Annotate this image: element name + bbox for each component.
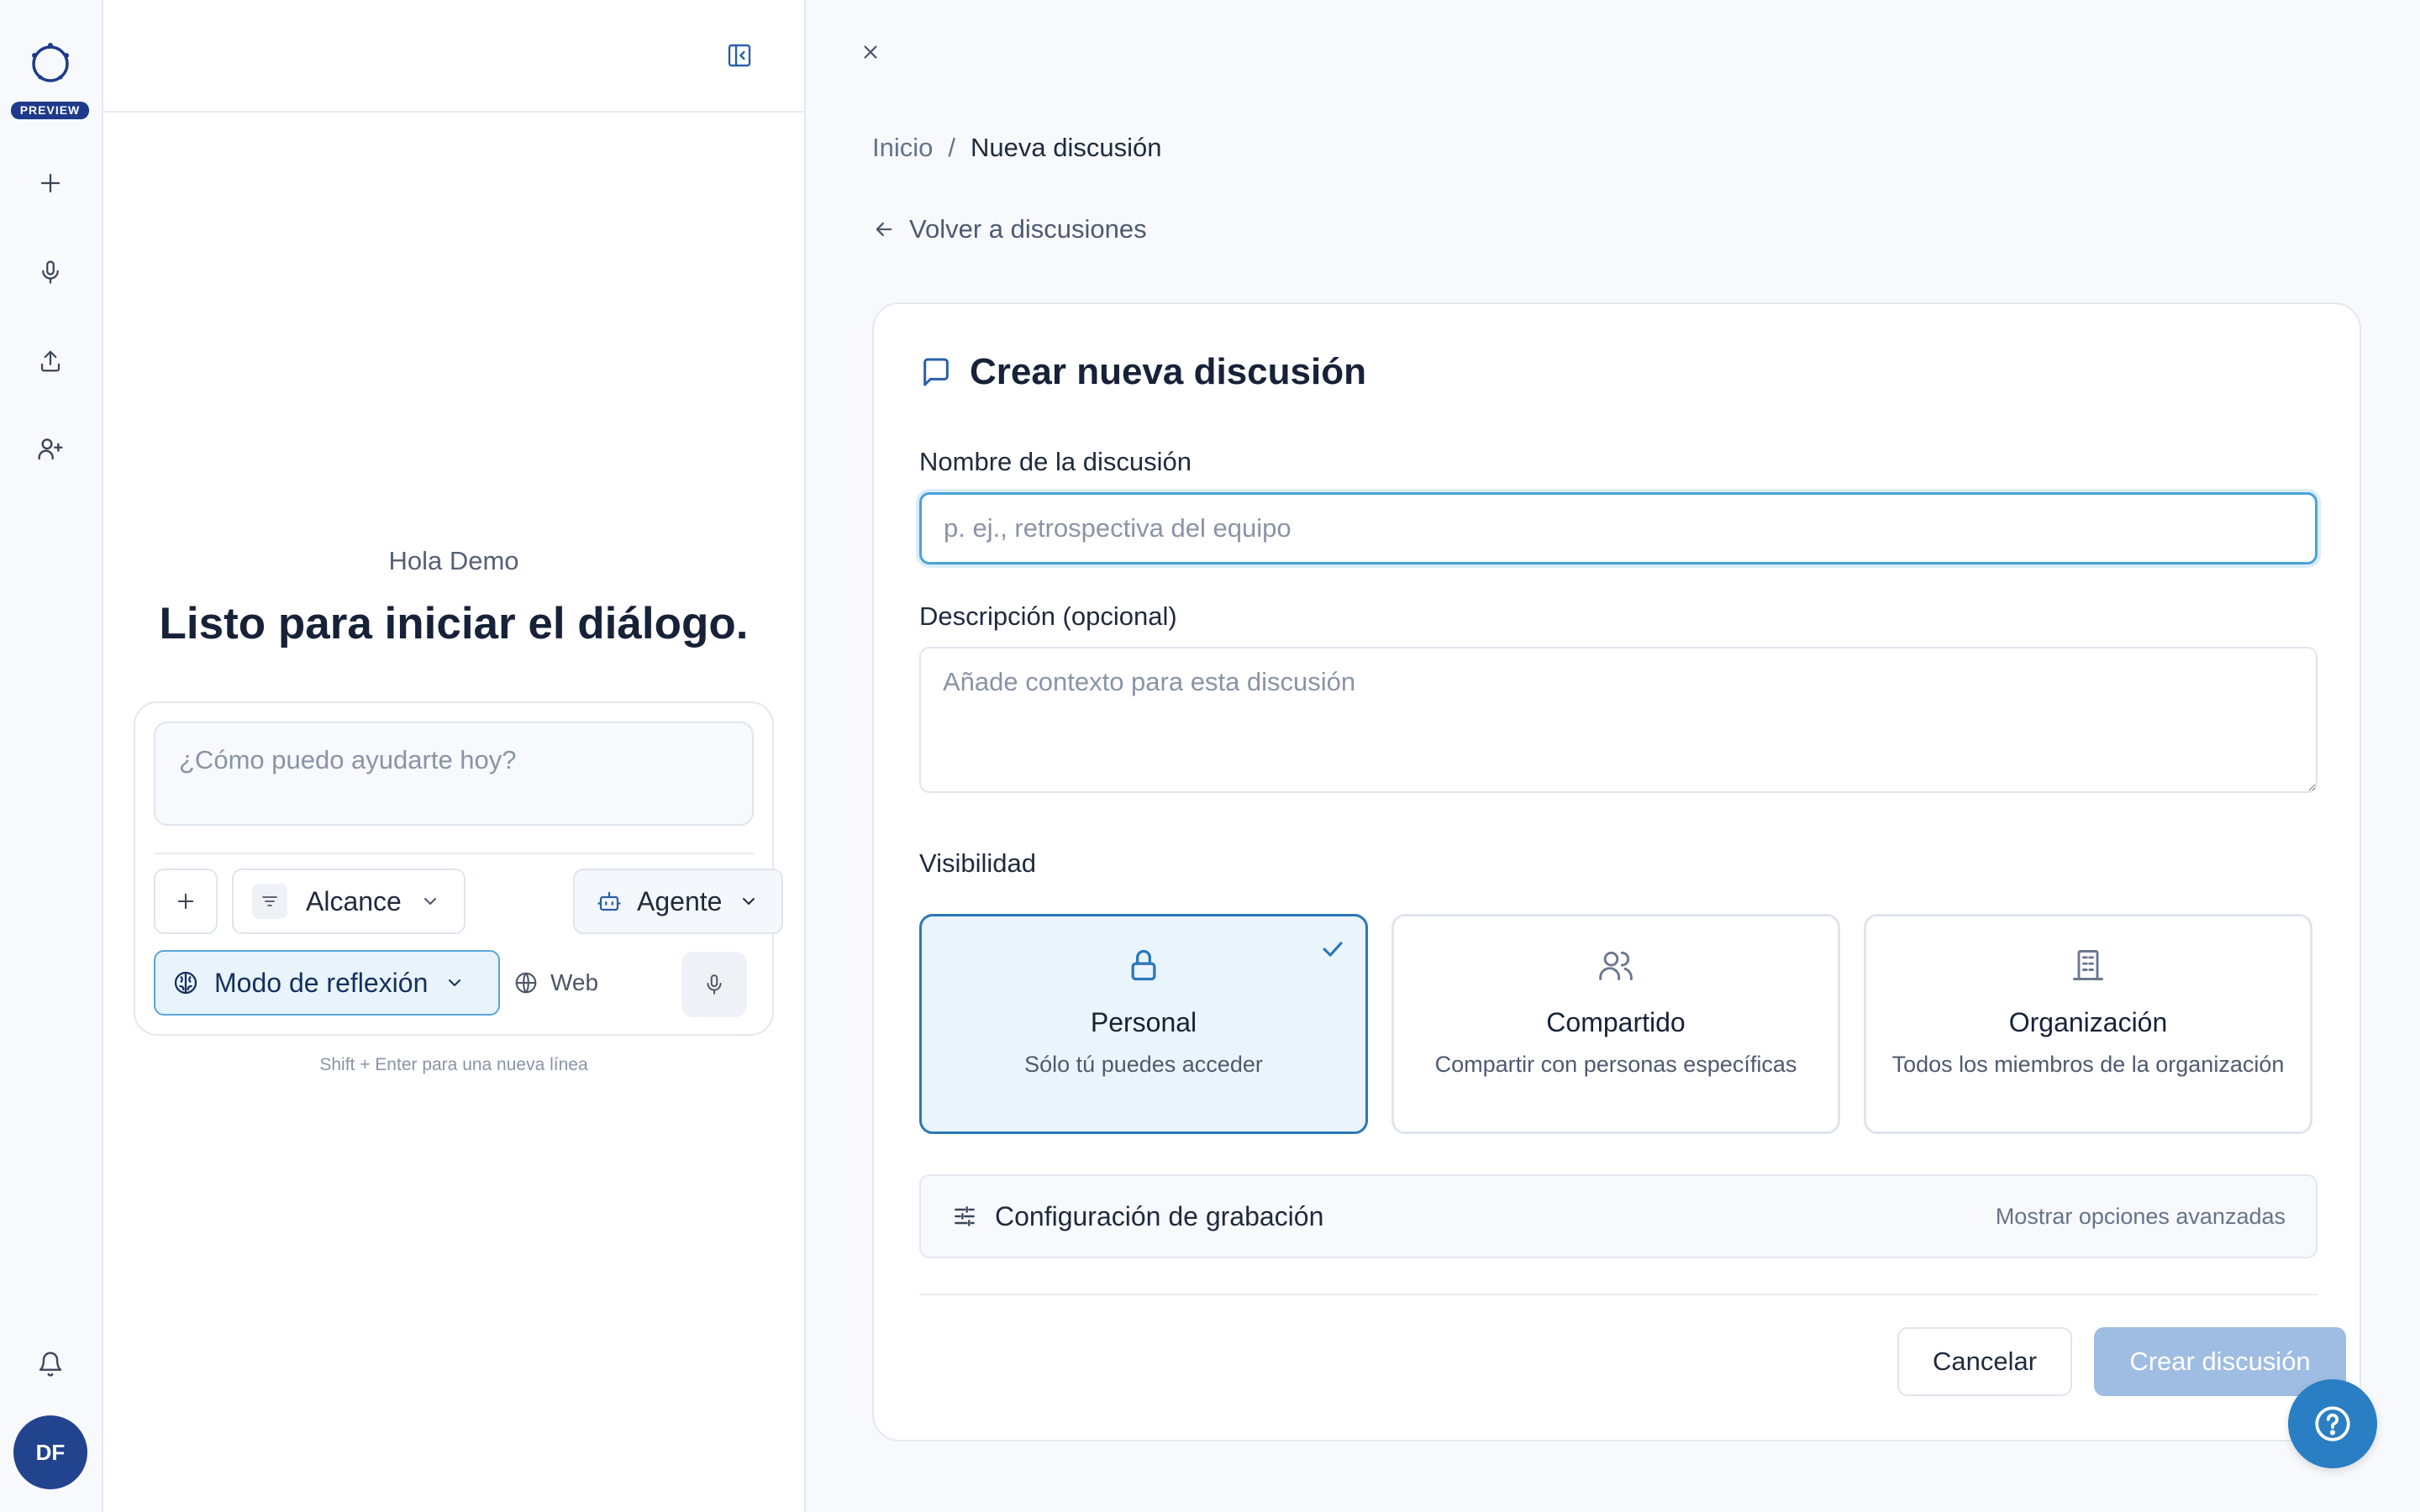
upload-button[interactable] xyxy=(30,341,71,381)
microphone-icon xyxy=(42,260,59,284)
visibility-option-shared[interactable]: Compartido Compartir con personas especí… xyxy=(1392,914,1840,1134)
close-icon xyxy=(864,45,877,59)
new-chat-button[interactable] xyxy=(30,163,71,203)
visibility-option-desc: Todos los miembros de la organización xyxy=(1891,1052,2285,1077)
cancel-button[interactable]: Cancelar xyxy=(1897,1327,2072,1396)
agent-label: Agente xyxy=(637,885,723,916)
notifications-button[interactable] xyxy=(30,1344,71,1384)
visibility-option-desc: Compartir con personas específicas xyxy=(1434,1052,1797,1077)
arrow-left-icon xyxy=(876,222,892,237)
visibility-label: Visibilidad xyxy=(919,848,1037,878)
recording-settings-label: Configuración de grabación xyxy=(995,1200,1324,1231)
greeting: Hola Demo xyxy=(388,546,519,575)
chevron-down-icon xyxy=(449,979,461,986)
chevron-down-icon xyxy=(743,898,755,905)
prompt-input[interactable]: ¿Cómo puedo ayudarte hoy? xyxy=(154,722,754,826)
help-circle-icon xyxy=(2315,1406,2350,1441)
globe-icon xyxy=(515,972,537,994)
user-avatar[interactable]: DF xyxy=(13,1415,87,1489)
breadcrumb-current: Nueva discusión xyxy=(971,133,1162,162)
main-content: Inicio / Nueva discusión Volver a discus… xyxy=(806,0,2420,1512)
building-icon xyxy=(1866,947,2310,984)
name-label: Nombre de la discusión xyxy=(919,447,1192,476)
visibility-option-title: Personal xyxy=(1090,1007,1197,1037)
help-button[interactable] xyxy=(2288,1379,2377,1468)
users-icon xyxy=(1394,947,1838,984)
lock-icon xyxy=(922,947,1365,984)
reasoning-mode-dropdown[interactable]: Modo de reflexión xyxy=(154,950,500,1016)
discussion-name-input[interactable] xyxy=(919,492,2317,564)
scope-dropdown[interactable]: Alcance xyxy=(232,869,466,934)
bot-icon xyxy=(597,891,621,911)
chevron-down-icon xyxy=(424,898,436,905)
back-to-discussions-link[interactable]: Volver a discusiones xyxy=(872,214,1147,244)
add-user-icon xyxy=(38,438,63,460)
record-button[interactable] xyxy=(30,252,71,292)
attach-button[interactable] xyxy=(154,869,218,934)
breadcrumb-separator: / xyxy=(948,133,955,162)
visibility-option-personal[interactable]: Personal Sólo tú puedes acceder xyxy=(919,914,1368,1134)
agent-dropdown[interactable]: Agente xyxy=(573,869,783,934)
back-link-label: Volver a discusiones xyxy=(909,214,1147,244)
chat-headline: Listo para iniciar el diálogo. xyxy=(159,599,749,648)
sliders-icon xyxy=(955,1206,975,1226)
bell-icon xyxy=(39,1352,62,1377)
chat-composer: ¿Cómo puedo ayudarte hoy? Alcance Agente… xyxy=(134,701,783,1036)
visibility-option-title: Compartido xyxy=(1546,1007,1686,1037)
description-label: Descripción (opcional) xyxy=(919,601,1177,631)
create-discussion-card: Crear nueva discusión Nombre de la discu… xyxy=(872,302,2361,1441)
app-logo-icon[interactable] xyxy=(25,37,76,87)
message-square-icon xyxy=(923,358,949,386)
composer-divider xyxy=(154,853,754,854)
recording-settings-title: Configuración de grabación xyxy=(951,1176,1323,1257)
visibility-option-organization[interactable]: Organización Todos los miembros de la or… xyxy=(1864,914,2312,1134)
reasoning-mode-label: Modo de reflexión xyxy=(214,967,429,998)
show-advanced-options-link[interactable]: Mostrar opciones avanzadas xyxy=(1996,1176,2286,1257)
chat-panel: Hola Demo Listo para iniciar el diálogo.… xyxy=(103,0,804,1512)
card-footer-divider xyxy=(919,1294,2317,1295)
visibility-option-title: Organización xyxy=(2008,1007,2168,1037)
description-textarea[interactable] xyxy=(919,647,2317,793)
panel-collapse-icon xyxy=(728,44,751,67)
visibility-option-desc: Sólo tú puedes acceder xyxy=(1024,1052,1263,1077)
voice-input-button[interactable] xyxy=(681,952,747,1017)
recording-settings-toggle[interactable]: Configuración de grabación Mostrar opcio… xyxy=(919,1174,2317,1258)
microphone-icon xyxy=(707,974,722,995)
breadcrumb: Inicio / Nueva discusión xyxy=(872,133,1161,163)
composer-hint: Shift + Enter para una nueva línea xyxy=(319,1055,588,1074)
chat-header xyxy=(103,0,804,113)
web-search-toggle[interactable]: Web xyxy=(513,955,598,1011)
invite-user-button[interactable] xyxy=(30,428,71,469)
card-title-text: Crear nueva discusión xyxy=(970,351,1366,392)
filter-icon xyxy=(252,884,287,919)
plus-icon xyxy=(40,173,60,193)
close-button[interactable] xyxy=(852,34,889,71)
left-rail: PREVIEW DF xyxy=(0,0,103,1512)
collapse-panel-button[interactable] xyxy=(721,37,758,74)
plus-icon xyxy=(177,893,194,910)
upload-icon xyxy=(40,350,60,372)
brain-icon xyxy=(174,971,197,995)
card-title: Crear nueva discusión xyxy=(919,351,1366,393)
breadcrumb-home[interactable]: Inicio xyxy=(872,133,933,163)
scope-label: Alcance xyxy=(306,885,402,916)
web-label: Web xyxy=(550,969,599,995)
preview-badge: PREVIEW xyxy=(11,102,89,119)
